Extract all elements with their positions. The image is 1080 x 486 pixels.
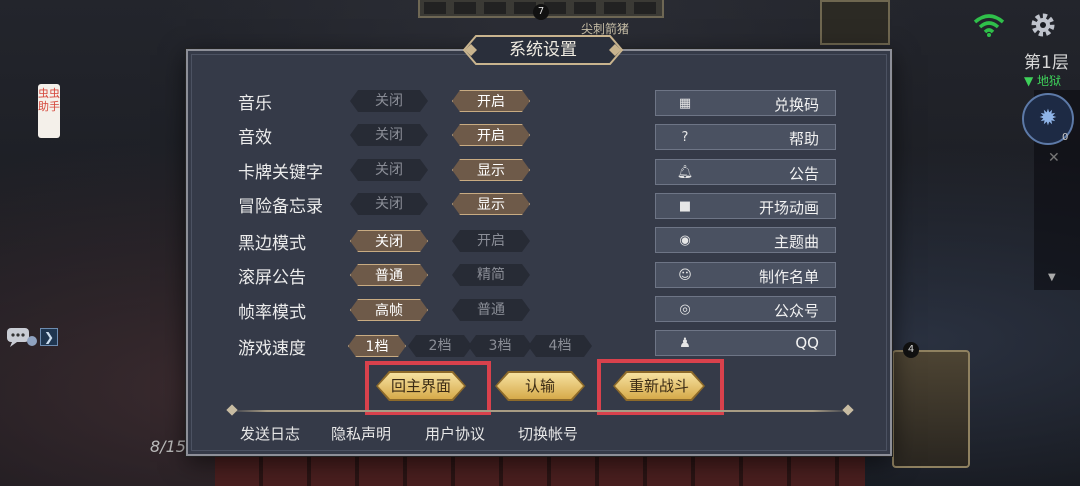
setting-option[interactable]: 关闭 <box>350 230 428 252</box>
setting-label: 游戏速度 <box>238 339 306 359</box>
side-button[interactable]: ◎ 公众号 <box>655 296 836 322</box>
assistant-tab[interactable]: 虫虫助手 <box>38 84 60 138</box>
setting-option[interactable]: 普通 <box>350 264 428 286</box>
setting-option[interactable]: 精简 <box>452 264 530 286</box>
side-button[interactable]: ? 帮助 <box>655 124 836 150</box>
setting-option[interactable]: 3档 <box>468 335 532 357</box>
setting-option[interactable]: 关闭 <box>350 159 428 181</box>
setting-label: 帧率模式 <box>238 303 306 323</box>
rail-count: 0 <box>1062 132 1069 143</box>
setting-option[interactable]: 开启 <box>452 90 530 112</box>
user-agreement-link[interactable]: 用户协议 <box>425 423 485 444</box>
setting-option[interactable]: 1档 <box>348 335 406 357</box>
side-button[interactable]: 🔔︎ 公告 <box>655 159 836 185</box>
chat-icon[interactable] <box>6 326 38 348</box>
side-button[interactable]: ◉ 主题曲 <box>655 227 836 253</box>
setting-option[interactable]: 4档 <box>528 335 592 357</box>
gear-icon[interactable] <box>1028 10 1058 40</box>
wechat-icon: ◎ <box>679 302 691 317</box>
help-icon: ? <box>681 130 689 145</box>
close-icon[interactable]: ✕ <box>1048 150 1060 166</box>
top-badge: 7 <box>533 4 549 20</box>
side-button-label: 制作名单 <box>758 268 819 286</box>
side-button-label: 帮助 <box>788 130 819 148</box>
bell-icon: 🔔︎ <box>676 165 694 180</box>
side-button[interactable]: ■ 开场动画 <box>655 193 836 219</box>
setting-label: 冒险备忘录 <box>238 197 323 217</box>
right-side-card[interactable] <box>892 350 970 468</box>
wifi-icon <box>973 14 1005 37</box>
floor-difficulty: ▼ 地狱 <box>1024 74 1062 88</box>
side-button-label: 兑换码 <box>773 96 819 114</box>
setting-option[interactable]: 关闭 <box>350 90 428 112</box>
highlight-restart <box>597 359 724 415</box>
right-card-count: 4 <box>903 342 919 358</box>
setting-option[interactable]: 显示 <box>452 159 530 181</box>
side-button-label: 开场动画 <box>758 199 819 217</box>
floor-label: 第1层 <box>1024 53 1069 73</box>
staff-face-icon: ☺ <box>678 268 692 283</box>
side-button[interactable]: ☺ 制作名单 <box>655 262 836 288</box>
setting-option[interactable]: 关闭 <box>350 193 428 215</box>
privacy-link[interactable]: 隐私声明 <box>331 423 391 444</box>
hand-cards <box>215 455 865 486</box>
side-button[interactable]: ▦ 兑换码 <box>655 90 836 116</box>
setting-option[interactable]: 高帧 <box>350 299 428 321</box>
dialog-title-banner: 系统设置 <box>462 34 624 66</box>
setting-option[interactable]: 2档 <box>408 335 472 357</box>
setting-option[interactable]: 开启 <box>452 230 530 252</box>
setting-label: 黑边模式 <box>238 234 306 254</box>
top-right-card <box>820 0 890 45</box>
footer-divider <box>230 410 850 412</box>
setting-option[interactable]: 开启 <box>452 124 530 146</box>
setting-option[interactable]: 普通 <box>452 299 530 321</box>
setting-label: 卡牌关键字 <box>238 163 323 183</box>
setting-label: 音效 <box>238 128 272 148</box>
setting-label: 音乐 <box>238 94 272 114</box>
video-camera-icon: ■ <box>678 199 692 214</box>
setting-option[interactable]: 显示 <box>452 193 530 215</box>
surrender-button[interactable]: 认输 <box>497 373 583 399</box>
music-disc-icon: ◉ <box>679 233 691 248</box>
chevron-down-icon[interactable]: ▼ <box>1048 272 1056 283</box>
setting-label: 滚屏公告 <box>238 268 306 288</box>
side-button-label: 公告 <box>788 165 819 183</box>
switch-account-link[interactable]: 切换帐号 <box>518 423 578 444</box>
deck-count: 8/15 <box>150 437 186 456</box>
highlight-main-menu <box>365 361 491 415</box>
side-button[interactable]: ♟ QQ <box>655 330 836 356</box>
qr-code-icon: ▦ <box>678 96 692 111</box>
setting-option[interactable]: 关闭 <box>350 124 428 146</box>
qq-penguin-icon: ♟ <box>679 336 691 351</box>
send-log-link[interactable]: 发送日志 <box>240 423 300 444</box>
side-button-label: QQ <box>795 334 819 352</box>
dialog-title: 系统设置 <box>509 40 577 60</box>
chat-expand-icon[interactable]: ❯ <box>40 328 58 346</box>
side-button-label: 主题曲 <box>773 233 819 251</box>
side-button-label: 公众号 <box>773 302 819 320</box>
